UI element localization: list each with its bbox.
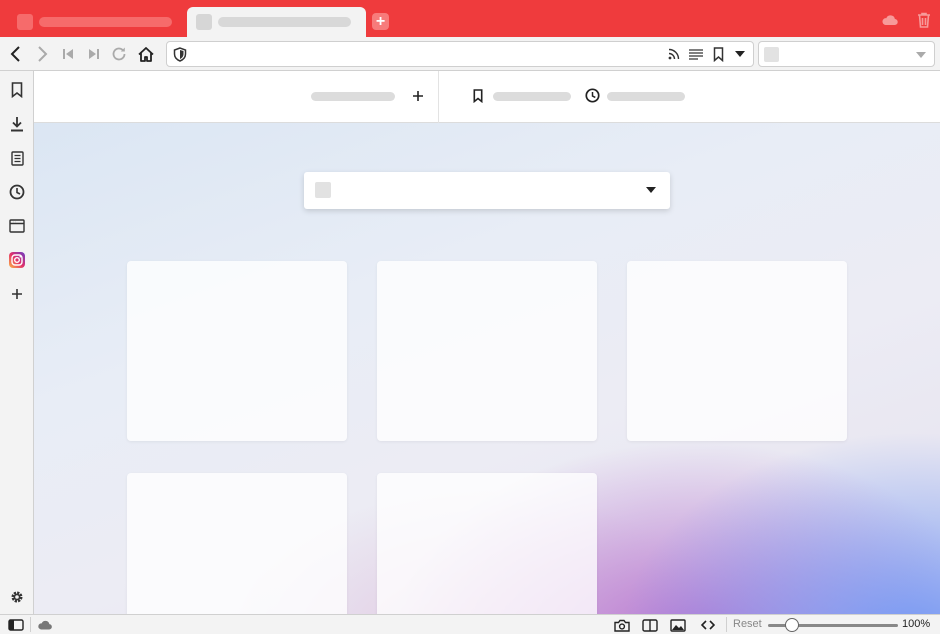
search-engine-icon [315,182,331,198]
bookmarks-tab-placeholder[interactable] [493,92,571,101]
back-icon [10,46,20,62]
images-button[interactable] [670,617,686,633]
history-icon [9,184,25,200]
tiling-icon [642,618,658,632]
status-separator [30,617,31,632]
trash-icon[interactable] [915,11,933,29]
tab-favicon [17,14,33,30]
search-engine-icon[interactable] [764,47,779,62]
rewind-icon [63,49,73,59]
new-tab-plus-icon[interactable]: + [372,13,389,30]
sidebar-downloads[interactable] [7,114,27,134]
sync-status[interactable] [37,617,53,633]
sidebar-history[interactable] [7,182,27,202]
add-icon[interactable] [413,91,423,101]
downloads-icon [11,117,23,132]
speed-dial-tab-placeholder[interactable] [311,92,395,101]
cloud-icon [38,620,52,630]
address-bar [0,37,940,71]
sidebar-instagram[interactable] [7,250,27,270]
header-divider [438,71,439,123]
panel-toggle-button[interactable] [8,617,24,633]
status-bar: Reset 100% [0,614,940,634]
reload-button[interactable] [109,44,129,64]
forward-icon [38,46,48,62]
speed-dial-tile[interactable] [377,261,597,441]
clock-icon[interactable] [585,88,600,103]
sidebar-add-panel[interactable] [7,284,27,304]
dropdown-icon[interactable] [735,51,745,58]
tab-bar: + [0,0,940,37]
speed-dial-tile[interactable] [127,261,347,441]
tab-title-placeholder [218,17,351,27]
caret-down-icon [646,187,656,193]
zoom-slider[interactable] [768,618,898,632]
rss-icon[interactable] [668,48,680,60]
speed-dial-tile[interactable] [627,261,847,441]
zoom-reset-button[interactable]: Reset [733,618,762,630]
tab-title-placeholder [39,17,172,27]
speed-dial-tile[interactable] [377,473,597,614]
search-engine-dropdown[interactable] [304,172,670,209]
panel-toggle-icon [8,619,24,631]
tiling-button[interactable] [642,617,658,633]
sidebar-settings[interactable] [7,587,27,607]
reload-icon [112,47,126,61]
fast-forward-icon [89,49,99,59]
start-page-header [34,71,940,123]
sidebar-notes[interactable] [7,148,27,168]
chevron-down-icon[interactable] [916,52,926,58]
rewind-button[interactable] [58,44,78,64]
tab-active[interactable] [187,7,366,37]
url-field[interactable] [166,41,754,67]
sidebar-bookmarks[interactable] [7,80,27,100]
tab-favicon [196,14,212,30]
zoom-slider-handle[interactable] [785,618,799,632]
instagram-icon [9,252,25,268]
window-panel-icon [9,219,25,233]
fast-forward-button[interactable] [84,44,104,64]
zoom-level: 100% [902,618,931,630]
forward-button[interactable] [32,44,52,64]
bookmark-icon[interactable] [473,89,483,103]
shield-icon[interactable] [173,47,187,62]
bookmark-icon[interactable] [713,47,724,62]
speed-dial-tile[interactable] [127,473,347,614]
back-button[interactable] [6,44,26,64]
tab-inactive[interactable] [8,7,184,37]
image-icon [670,618,686,632]
history-tab-placeholder[interactable] [607,92,685,101]
add-panel-icon [12,289,22,299]
status-separator [726,617,727,632]
search-field[interactable] [758,41,935,67]
notes-icon [10,150,24,166]
code-icon [701,620,715,630]
camera-icon [614,619,630,632]
settings-icon [11,591,23,603]
home-icon [138,46,154,62]
capture-button[interactable] [614,617,630,633]
home-button[interactable] [136,44,156,64]
sidebar [0,71,34,614]
bookmarks-icon [11,82,23,98]
start-page-content [34,123,940,614]
page-actions-button[interactable] [700,617,716,633]
cloud-sync-icon[interactable] [881,11,899,29]
reader-mode-icon[interactable] [689,49,703,60]
sidebar-window[interactable] [7,216,27,236]
